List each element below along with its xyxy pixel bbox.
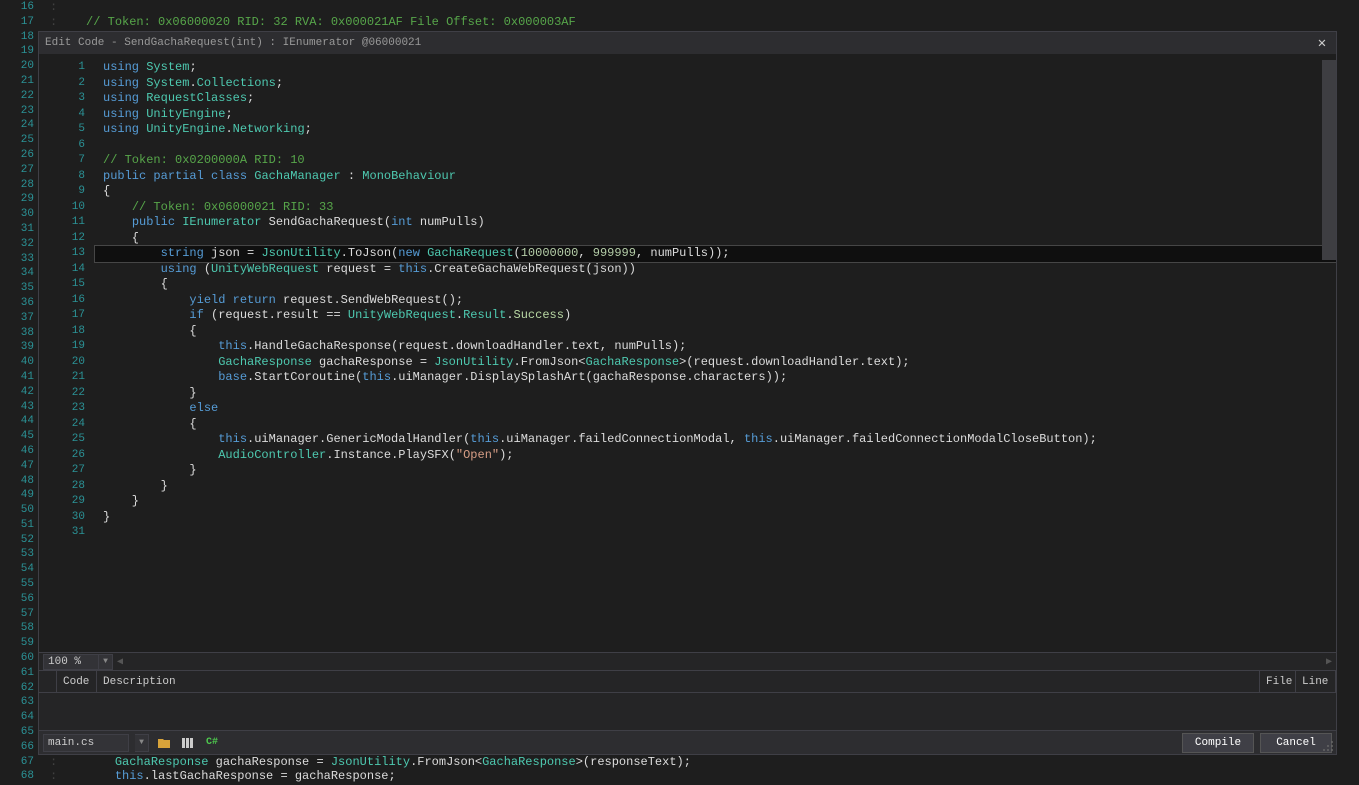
il-view-icon[interactable] — [179, 734, 197, 752]
code-line[interactable]: using System.Collections; — [95, 76, 1336, 92]
code-line[interactable]: // Token: 0x06000021 RID: 33 — [95, 200, 1336, 216]
code-line[interactable]: } — [95, 494, 1336, 510]
code-line[interactable]: using RequestClasses; — [95, 91, 1336, 107]
code-line[interactable]: { — [95, 417, 1336, 433]
dialog-titlebar[interactable]: Edit Code - SendGachaRequest(int) : IEnu… — [39, 32, 1336, 54]
code-line[interactable]: public IEnumerator SendGachaRequest(int … — [95, 215, 1336, 231]
zoom-dropdown-icon[interactable]: ▼ — [99, 654, 113, 670]
code-line[interactable]: // Token: 0x0200000A RID: 10 — [95, 153, 1336, 169]
editor-gutter: 1234567891011121314151617181920212223242… — [39, 54, 95, 652]
code-line[interactable]: } — [95, 463, 1336, 479]
editor-code-area[interactable]: using System;using System.Collections;us… — [95, 54, 1336, 652]
language-badge: C# — [203, 734, 221, 752]
edit-code-dialog: Edit Code - SendGachaRequest(int) : IEnu… — [38, 31, 1337, 755]
compile-button[interactable]: Compile — [1182, 733, 1254, 753]
filename-dropdown-icon[interactable]: ▼ — [135, 734, 149, 752]
error-file-column[interactable]: File — [1260, 671, 1296, 693]
code-line[interactable]: using UnityEngine.Networking; — [95, 122, 1336, 138]
zoom-level[interactable]: 100 % — [43, 654, 99, 670]
code-line[interactable]: } — [95, 510, 1336, 526]
code-line[interactable]: { — [95, 277, 1336, 293]
code-line[interactable]: else — [95, 401, 1336, 417]
error-list-header: Code Description File Line — [39, 671, 1336, 693]
code-line[interactable]: using UnityEngine; — [95, 107, 1336, 123]
code-line[interactable]: this.uiManager.GenericModalHandler(this.… — [95, 432, 1336, 448]
code-line[interactable]: } — [95, 386, 1336, 402]
resize-grip-icon[interactable] — [1320, 738, 1334, 752]
error-icon-column[interactable] — [39, 671, 57, 693]
code-line[interactable]: { — [95, 324, 1336, 340]
error-list-body — [39, 693, 1336, 731]
code-line[interactable]: using (UnityWebRequest request = this.Cr… — [95, 262, 1336, 278]
scroll-right-icon[interactable]: ▶ — [1322, 655, 1336, 669]
code-line[interactable]: public partial class GachaManager : Mono… — [95, 169, 1336, 185]
code-line[interactable] — [95, 138, 1336, 154]
horizontal-scrollbar[interactable] — [131, 655, 1318, 669]
vertical-scrollbar[interactable] — [1322, 60, 1336, 260]
error-list: Code Description File Line — [39, 670, 1336, 730]
background-gutter: 1617181920212223242526272829303132333435… — [0, 0, 38, 785]
code-line[interactable]: } — [95, 479, 1336, 495]
scroll-left-icon[interactable]: ◀ — [113, 655, 127, 669]
code-line[interactable]: { — [95, 231, 1336, 247]
error-line-column[interactable]: Line — [1296, 671, 1336, 693]
code-line[interactable]: using System; — [95, 60, 1336, 76]
zoom-row: 100 % ▼ ◀ ▶ — [39, 652, 1336, 670]
code-line[interactable]: base.StartCoroutine(this.uiManager.Displ… — [95, 370, 1336, 386]
code-editor[interactable]: 1234567891011121314151617181920212223242… — [39, 54, 1336, 652]
open-file-icon[interactable] — [155, 734, 173, 752]
code-line[interactable]: this.HandleGachaResponse(request.downloa… — [95, 339, 1336, 355]
filename-combo[interactable]: main.cs — [43, 734, 129, 752]
code-line[interactable]: string json = JsonUtility.ToJson(new Gac… — [95, 246, 1336, 262]
code-line[interactable]: AudioController.Instance.PlaySFX("Open")… — [95, 448, 1336, 464]
error-description-column[interactable]: Description — [97, 671, 1260, 693]
code-line[interactable] — [95, 525, 1336, 541]
code-line[interactable]: GachaResponse gachaResponse = JsonUtilit… — [95, 355, 1336, 371]
close-icon[interactable]: ✕ — [1314, 35, 1330, 51]
dialog-title: Edit Code - SendGachaRequest(int) : IEnu… — [45, 37, 1314, 49]
error-code-column[interactable]: Code — [57, 671, 97, 693]
code-line[interactable]: if (request.result == UnityWebRequest.Re… — [95, 308, 1336, 324]
code-line[interactable]: { — [95, 184, 1336, 200]
dialog-footer: main.cs ▼ C# Compile Cancel — [39, 730, 1336, 754]
code-line[interactable]: yield return request.SendWebRequest(); — [95, 293, 1336, 309]
